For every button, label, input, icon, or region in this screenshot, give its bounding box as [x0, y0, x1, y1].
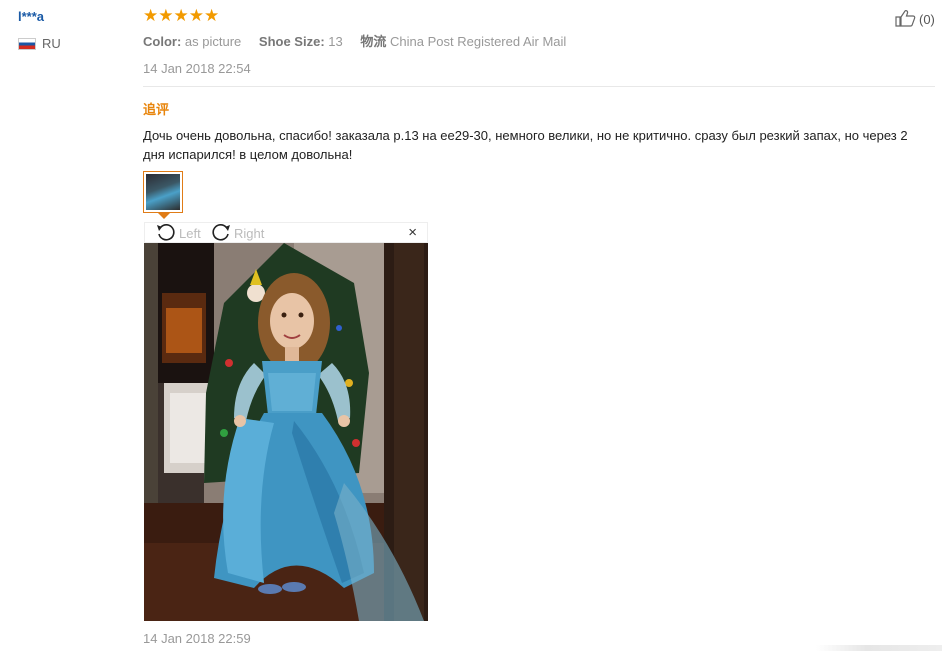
rating-stars: ★★★★★ [143, 6, 220, 25]
shipping-value: China Post Registered Air Mail [390, 34, 567, 49]
thumbnail-image [146, 174, 180, 210]
followup-text: Дочь очень довольна, спасибо! заказала р… [143, 128, 908, 162]
thumbnail-pointer [158, 213, 170, 219]
review-date: 14 Jan 2018 22:54 [143, 61, 251, 76]
order-attributes: Color: as picture Shoe Size: 13 物流 China… [143, 31, 580, 50]
rotate-left-button[interactable]: Left [155, 223, 201, 243]
followup-label: 追评 [143, 102, 170, 117]
image-viewer-toolbar: Left Right × [144, 222, 428, 243]
rotate-left-label: Left [179, 225, 201, 241]
color-value: as picture [184, 34, 242, 49]
review-photo-illustration [144, 243, 428, 621]
country-code: RU [42, 36, 61, 51]
thumbs-up-icon [895, 9, 917, 30]
page-edge-shadow [816, 645, 942, 651]
helpful-count: (0) [919, 12, 935, 27]
buyer-name: l***a [18, 9, 45, 24]
rotate-right-button[interactable]: Right [210, 223, 264, 243]
rotate-left-icon [155, 222, 177, 245]
divider [143, 86, 935, 87]
photo-thumbnail[interactable] [143, 171, 183, 213]
buyer-country: RU [18, 36, 61, 51]
shipping-label: 物流 [360, 34, 387, 49]
followup-date: 14 Jan 2018 22:59 [143, 631, 251, 646]
rotate-right-icon [210, 222, 232, 245]
helpful-button[interactable]: (0) [895, 9, 935, 30]
rotate-right-label: Right [234, 225, 265, 241]
close-viewer-button[interactable]: × [408, 224, 417, 242]
review-page: l***a RU ★★★★★ Color: as picture Shoe Si… [0, 0, 942, 651]
color-label: Color: [143, 34, 182, 49]
flag-ru-icon [18, 37, 36, 50]
size-label: Shoe Size: [258, 34, 325, 49]
size-value: 13 [328, 34, 343, 49]
review-photo [144, 243, 428, 621]
